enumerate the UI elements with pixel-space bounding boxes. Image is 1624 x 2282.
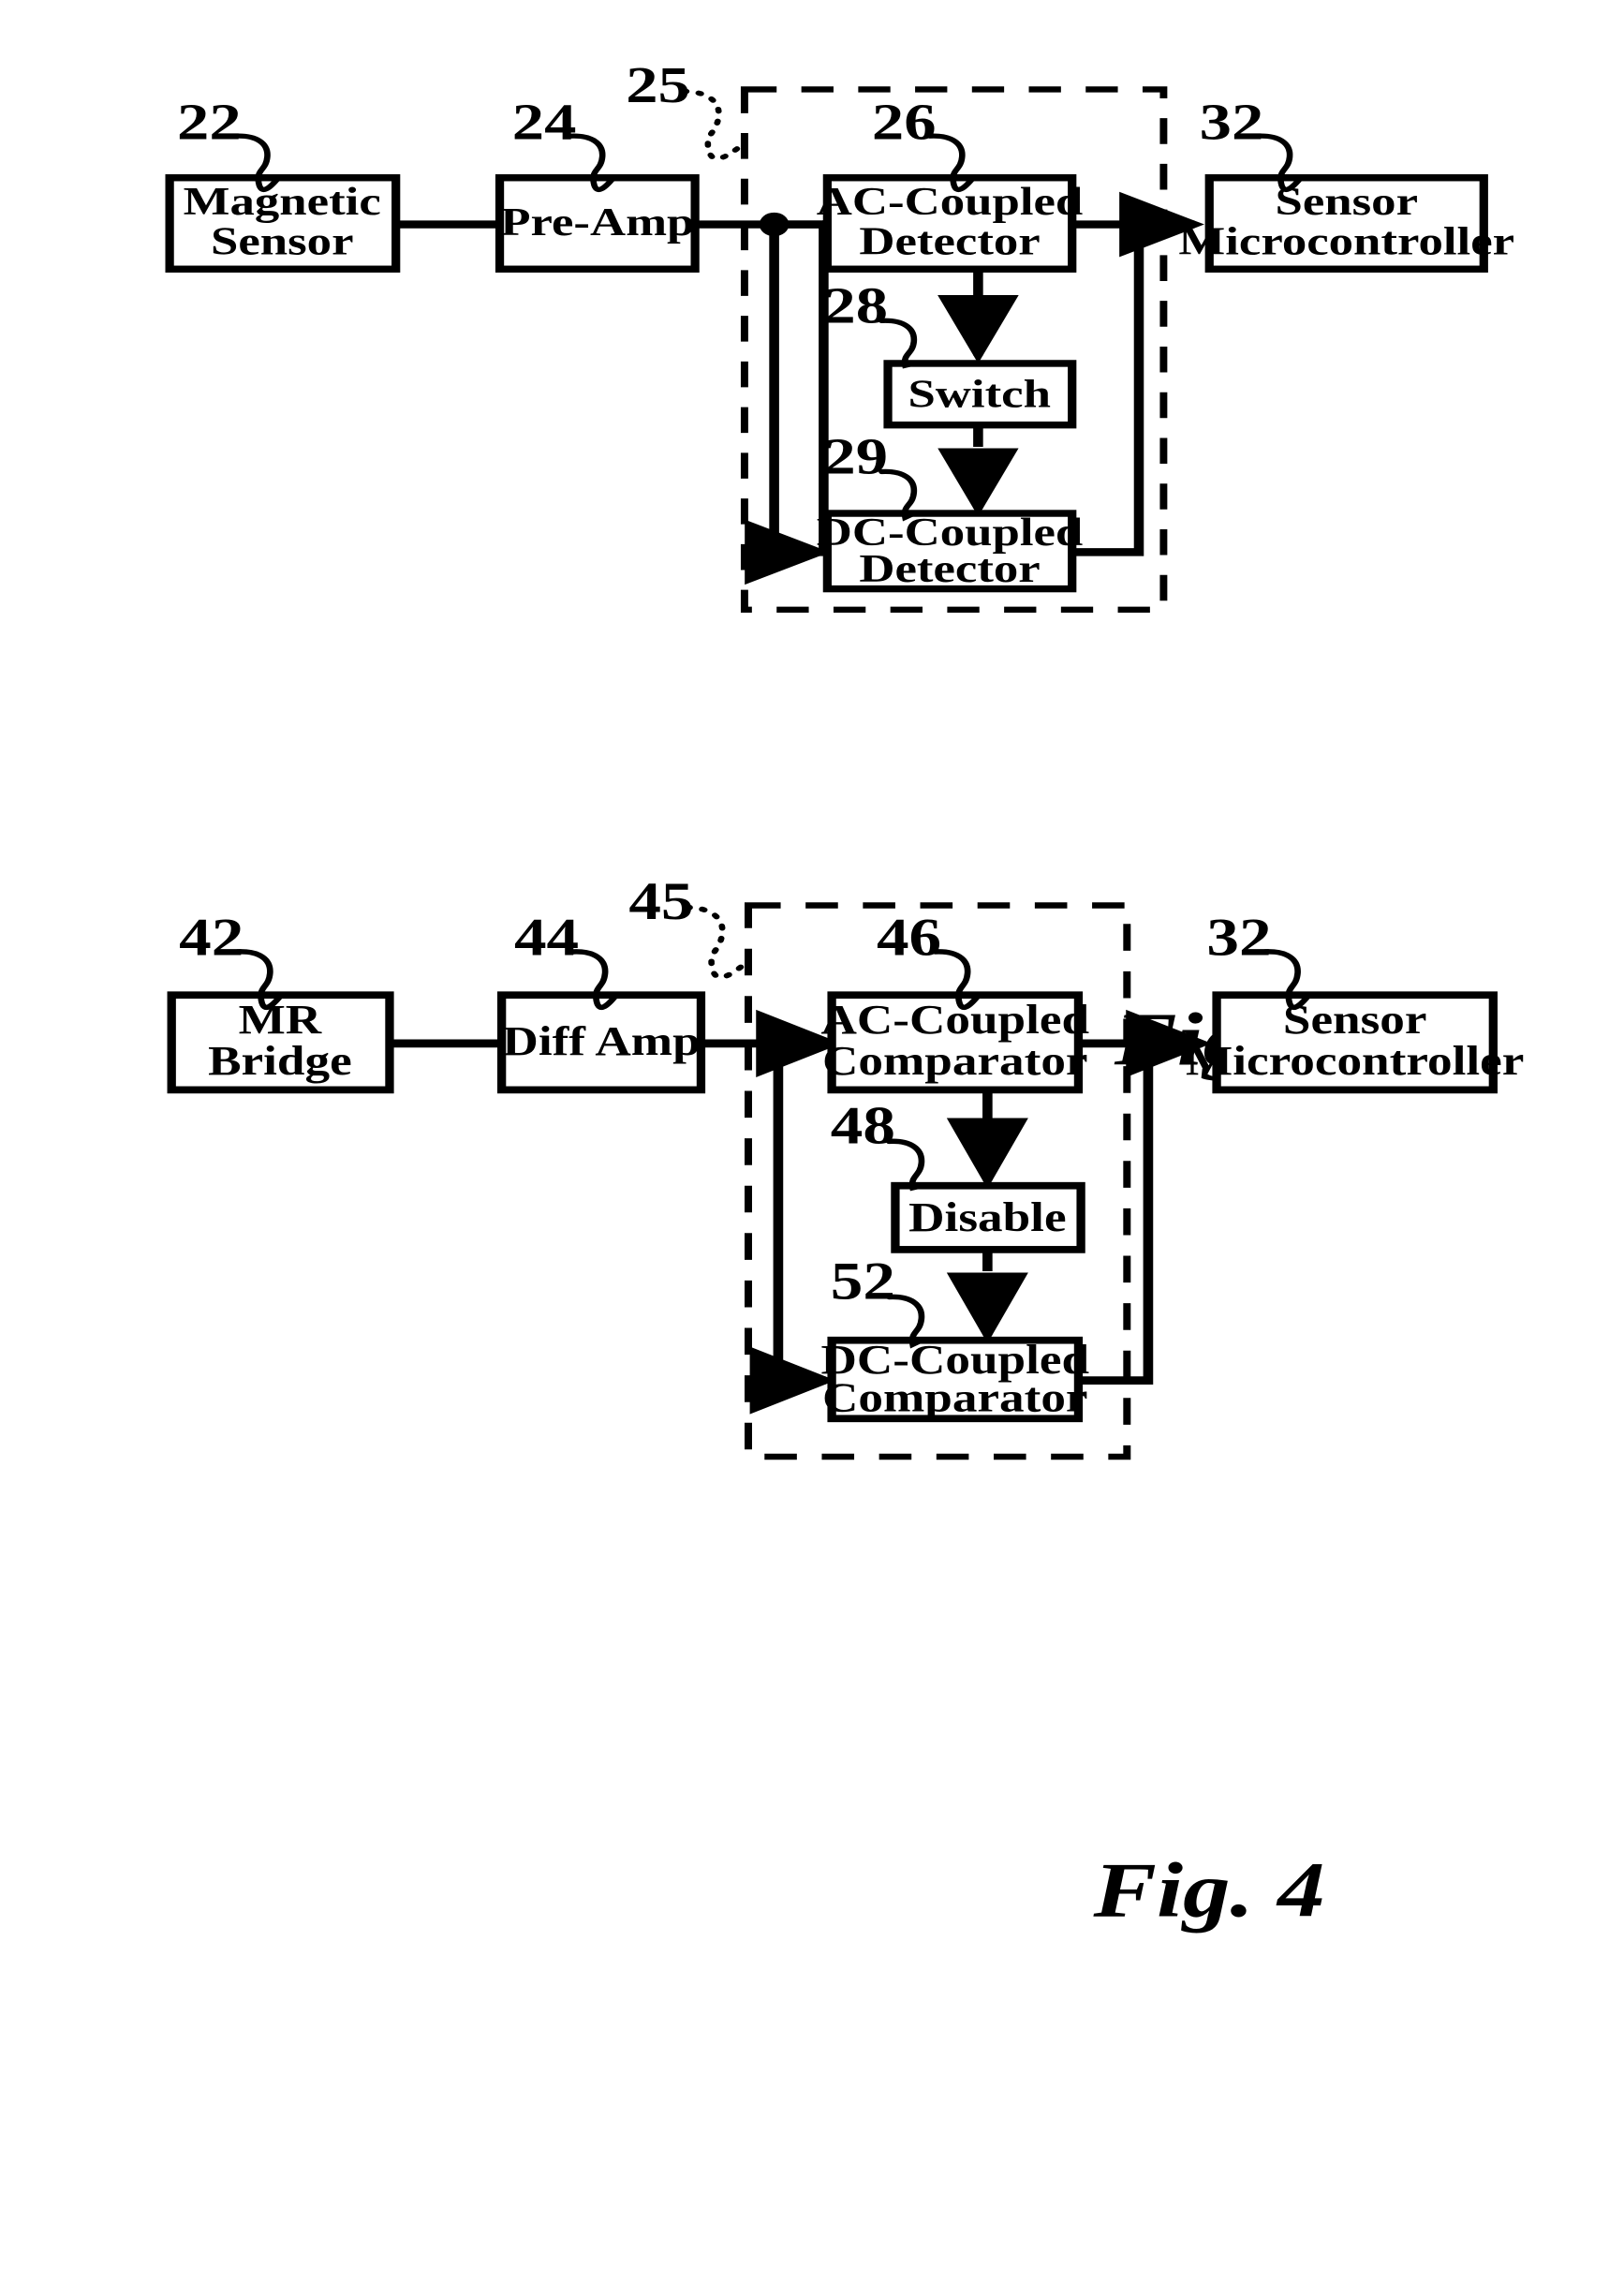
diagram-canvas: Magnetic Sensor Pre-Amp AC-Coupled Detec… bbox=[165, 57, 1524, 1934]
fig3-label-mcu-line2: Microcontroller bbox=[1178, 219, 1514, 263]
fig3-junction-dot bbox=[759, 212, 790, 237]
fig3-ref-32: 32 bbox=[1200, 95, 1264, 151]
fig4-caption: Fig. 4 bbox=[1092, 1847, 1324, 1934]
fig3-label-magnetic-sensor-line2: Sensor bbox=[211, 219, 354, 263]
fig4-label-disable: Disable bbox=[908, 1194, 1066, 1240]
fig4-ref-44: 44 bbox=[514, 907, 579, 967]
fig4-label-ac-comparator-line2: Comparator bbox=[822, 1038, 1088, 1084]
fig3-label-dc-detector-line2: Detector bbox=[859, 547, 1040, 591]
fig3-label-switch: Switch bbox=[908, 372, 1051, 416]
patent-drawing-sheet: Magnetic Sensor Pre-Amp AC-Coupled Detec… bbox=[0, 0, 1624, 2282]
fig3-label-ac-detector-line2: Detector bbox=[859, 219, 1040, 263]
fig3-wire-dc-to-mcu bbox=[1071, 224, 1144, 556]
fig3-label-magnetic-sensor-line1: Magnetic bbox=[184, 180, 381, 224]
fig3-ref-25: 25 bbox=[626, 57, 690, 113]
fig4-ref-52: 52 bbox=[831, 1251, 895, 1311]
fig4-leader-45 bbox=[684, 904, 746, 980]
fig4-ref-32: 32 bbox=[1206, 907, 1271, 967]
fig4-wire-dccomp-to-mcu bbox=[1078, 1043, 1154, 1386]
fig3-label-pre-amp: Pre-Amp bbox=[500, 200, 694, 244]
fig3-ref-28: 28 bbox=[823, 278, 888, 334]
fig4-ref-46: 46 bbox=[877, 907, 941, 967]
fig3-wire-branch-to-dc bbox=[745, 224, 831, 585]
fig4-ref-48: 48 bbox=[831, 1095, 895, 1155]
fig4-ref-42: 42 bbox=[179, 907, 244, 967]
fig3-ref-26: 26 bbox=[872, 95, 937, 151]
fig3-ref-29: 29 bbox=[823, 429, 888, 485]
fig4-junction-dot bbox=[762, 1030, 793, 1057]
fig4-label-mcu-line2: Microcontroller bbox=[1186, 1038, 1524, 1084]
fig4-label-diff-amp: Diff Amp bbox=[502, 1018, 700, 1064]
fig4-label-ac-comparator-line1: AC-Coupled bbox=[820, 997, 1089, 1043]
figure-4: MR Bridge Diff Amp AC-Coupled Comparator… bbox=[167, 870, 1524, 1934]
fig3-ref-22: 22 bbox=[177, 95, 242, 151]
fig3-label-ac-detector-line1: AC-Coupled bbox=[817, 180, 1084, 224]
fig4-wire-branch-to-dc-comparator bbox=[749, 1043, 836, 1415]
fig4-label-mr-bridge-line2: Bridge bbox=[208, 1038, 352, 1084]
fig4-label-mr-bridge-line1: MR bbox=[239, 997, 322, 1043]
fig3-ref-24: 24 bbox=[512, 95, 577, 151]
fig3-leader-25 bbox=[680, 88, 743, 161]
fig4-ref-45: 45 bbox=[628, 870, 693, 930]
fig4-label-dc-comparator-line2: Comparator bbox=[822, 1375, 1088, 1421]
